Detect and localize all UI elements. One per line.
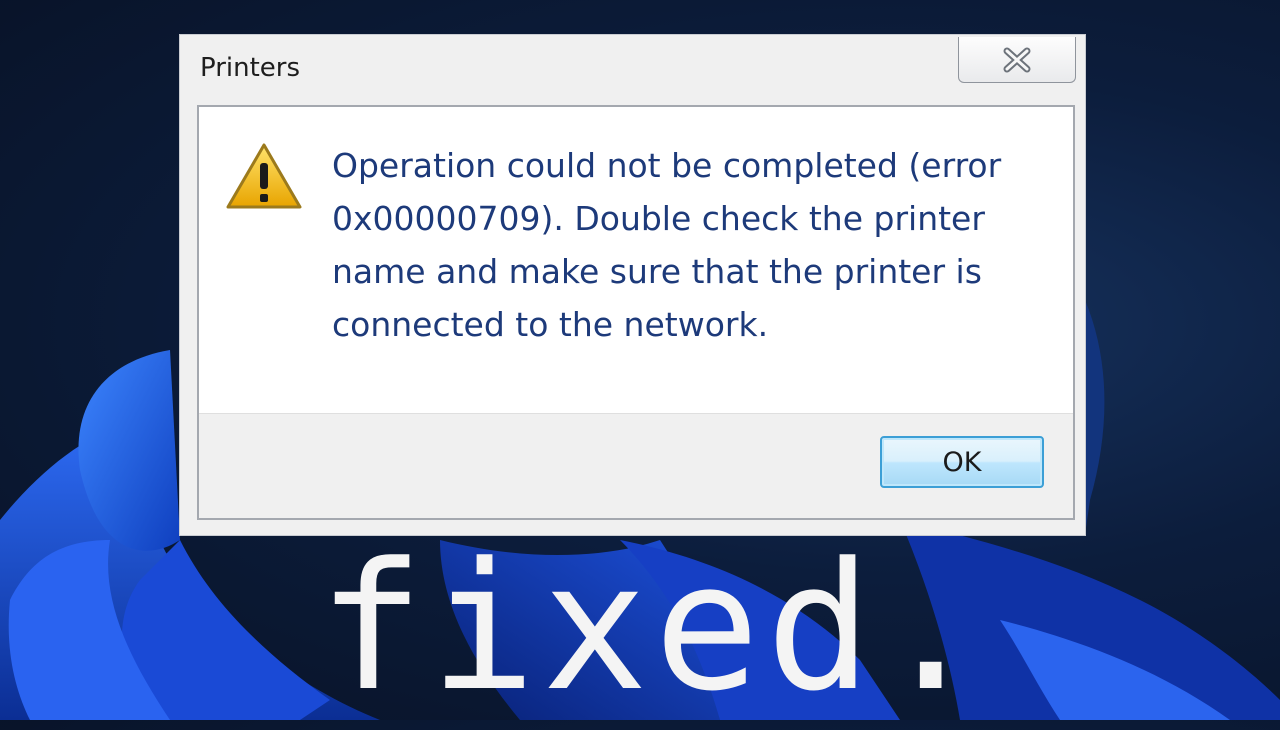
printers-error-dialog: Printers Operation could not be complete… <box>180 35 1085 535</box>
close-icon <box>1003 47 1031 72</box>
fixed-caption: fixed. <box>318 525 990 730</box>
error-message: Operation could not be completed (error … <box>332 146 1002 344</box>
ok-button[interactable]: OK <box>880 436 1044 488</box>
warning-icon <box>226 143 302 209</box>
dialog-button-bar: OK <box>199 413 1073 518</box>
dialog-title: Printers <box>200 53 301 83</box>
message-area: Operation could not be completed (error … <box>199 107 1073 417</box>
dialog-content-frame: Operation could not be completed (error … <box>197 105 1075 520</box>
close-button[interactable] <box>958 37 1076 83</box>
